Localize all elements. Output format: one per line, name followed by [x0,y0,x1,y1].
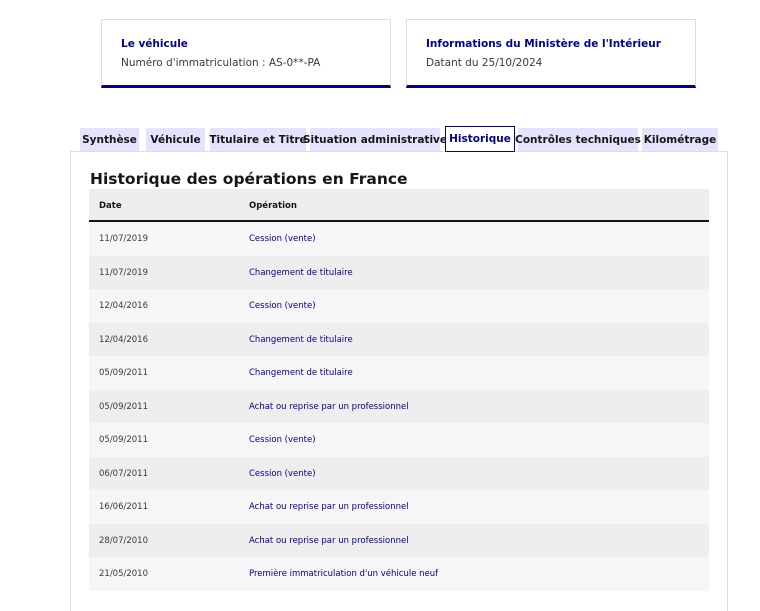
table-row: 21/05/2010 Première immatriculation d'un … [89,557,709,591]
data-date: Datant du 25/10/2024 [426,57,543,69]
row-operation[interactable]: Changement de titulaire [249,368,353,378]
table-row: 05/09/2011 Cession (vente) [89,423,709,457]
table-header: Date Opération [89,189,709,222]
ministry-card-title: Informations du Ministère de l'Intérieur [426,38,661,50]
tab-historique[interactable]: Historique [445,126,515,152]
table-row: 12/04/2016 Cession (vente) [89,289,709,323]
row-date: 12/04/2016 [99,334,148,345]
tab-vehicule[interactable]: Véhicule [146,128,205,151]
row-date: 11/07/2019 [99,267,148,278]
row-date: 05/09/2011 [99,401,148,412]
row-operation[interactable]: Achat ou reprise par un professionnel [249,402,409,412]
tab-controles-techniques[interactable]: Contrôles techniques [515,128,641,151]
row-operation[interactable]: Cession (vente) [249,301,316,311]
tab-kilometrage[interactable]: Kilométrage [642,128,718,151]
row-operation[interactable]: Achat ou reprise par un professionnel [249,502,409,512]
tab-situation-administrative[interactable]: Situation administrative [303,128,447,151]
table-row: 05/09/2011 Changement de titulaire [89,356,709,390]
history-table: Date Opération 11/07/2019 Cession (vente)… [89,189,709,591]
tab-synthese[interactable]: Synthèse [80,128,139,151]
row-operation[interactable]: Achat ou reprise par un professionnel [249,536,409,546]
row-operation[interactable]: Cession (vente) [249,469,316,479]
vehicle-card: Le véhicule Numéro d'immatriculation : A… [101,19,391,88]
row-date: 16/06/2011 [99,502,148,512]
ministry-card: Informations du Ministère de l'Intérieur… [406,19,696,88]
row-date: 12/04/2016 [99,301,148,311]
table-body: 11/07/2019 Cession (vente) 11/07/2019 Chang… [89,222,709,591]
table-row: 12/04/2016 Changement de titulaire [89,322,709,356]
row-date: 28/07/2010 [99,535,148,546]
row-date: 05/09/2011 [99,435,148,445]
row-operation[interactable]: Première immatriculation d'un véhicule n… [249,569,438,579]
column-header-operation: Opération [249,201,297,211]
vehicle-card-title: Le véhicule [121,38,188,50]
row-operation[interactable]: Changement de titulaire [249,335,353,345]
table-row: 06/07/2011 Cession (vente) [89,456,709,490]
row-date: 21/05/2010 [99,569,148,579]
table-row: 05/09/2011 Achat ou reprise par un profes… [89,389,709,423]
row-date: 06/07/2011 [99,468,148,479]
row-operation[interactable]: Changement de titulaire [249,268,353,278]
row-operation[interactable]: Cession (vente) [249,435,316,445]
column-header-date: Date [99,201,122,211]
history-title: Historique des opérations en France [90,170,408,188]
table-row: 16/06/2011 Achat ou reprise par un profes… [89,490,709,524]
table-row: 11/07/2019 Cession (vente) [89,222,709,256]
registration-number: Numéro d'immatriculation : AS-0**-PA [121,57,321,69]
row-date: 05/09/2011 [99,368,148,378]
table-row: 11/07/2019 Changement de titulaire [89,255,709,289]
row-operation[interactable]: Cession (vente) [249,234,316,244]
tab-titulaire-et-titre[interactable]: Titulaire et Titre [209,128,307,151]
row-date: 11/07/2019 [99,234,148,244]
table-row: 28/07/2010 Achat ou reprise par un profes… [89,523,709,557]
